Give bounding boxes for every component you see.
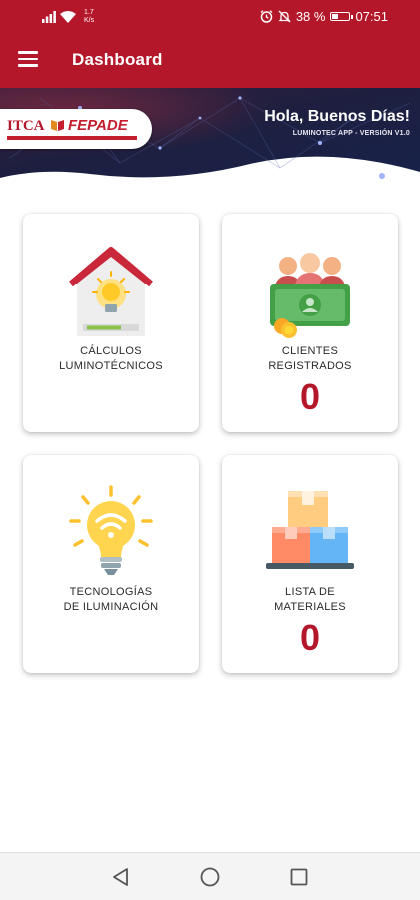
logo-underline <box>7 136 137 140</box>
network-speed-unit: K/s <box>84 17 95 24</box>
battery-percent: 38 % <box>295 9 326 24</box>
system-nav-bar <box>0 852 420 900</box>
network-speed: 1.7 K/s <box>84 9 94 25</box>
notifications-off-icon <box>278 10 291 23</box>
clients-money-icon <box>270 253 350 338</box>
card-count: 0 <box>299 617 321 658</box>
card-label-line2: MATERIALES <box>274 601 346 613</box>
card-tecnologias-iluminacion[interactable]: TECNOLOGÍAS DE ILUMINACIÓN <box>23 455 199 673</box>
network-speed-value: 1.7 <box>84 9 94 16</box>
card-label-line2: DE ILUMINACIÓN <box>63 601 159 613</box>
signal-icon <box>42 11 56 23</box>
status-right: 38 % 07:51 <box>260 9 388 24</box>
card-calculos-luminotecnicos[interactable]: CÁLCULOS LUMINOTÉCNICOS <box>23 214 199 432</box>
greeting-text: Hola, Buenos Días! <box>264 108 410 125</box>
itca-fepade-logo: ITCA FEPADE <box>0 109 152 149</box>
page-title: Dashboard <box>72 50 163 69</box>
back-triangle-icon[interactable] <box>109 865 133 889</box>
app-bar: Dashboard <box>0 34 420 88</box>
battery-fill <box>332 14 339 19</box>
card-label: CÁLCULOS LUMINOTÉCNICOS <box>23 344 199 374</box>
status-bar: 1.7 K/s 38 % 07:51 <box>0 0 420 34</box>
header-banner: ITCA FEPADE Hola, Buenos Días! LUMINOTEC… <box>0 88 420 200</box>
card-label-line2: REGISTRADOS <box>268 360 352 372</box>
card-label-line2: LUMINOTÉCNICOS <box>59 360 163 372</box>
card-label: TECNOLOGÍAS DE ILUMINACIÓN <box>23 585 199 615</box>
card-label: CLIENTES REGISTRADOS <box>222 344 398 374</box>
card-label-line1: LISTA DE <box>285 586 335 598</box>
battery-icon <box>330 12 354 21</box>
house-lightbulb-icon <box>69 247 153 336</box>
logo-text-itca: ITCA <box>7 118 45 134</box>
version-text: LUMINOTEC APP - VERSIÓN V1.0 <box>292 130 410 137</box>
logo-text-fepade: FEPADE <box>68 117 128 134</box>
recents-square-icon[interactable] <box>287 865 311 889</box>
hamburger-menu-icon[interactable] <box>18 51 38 67</box>
card-count: 0 <box>299 376 321 417</box>
card-clientes-registrados[interactable]: CLIENTES REGISTRADOS 0 <box>222 214 398 432</box>
status-left: 1.7 K/s <box>42 9 94 25</box>
card-label: LISTA DE MATERIALES <box>222 585 398 615</box>
wifi-icon <box>60 11 76 23</box>
alarm-icon <box>260 10 273 23</box>
card-label-line1: CÁLCULOS <box>80 345 142 357</box>
card-lista-materiales[interactable]: LISTA DE MATERIALES 0 <box>222 455 398 673</box>
logo-book-icon <box>51 120 64 131</box>
smart-lightbulb-icon <box>69 485 153 575</box>
status-time: 07:51 <box>355 9 388 24</box>
home-circle-icon[interactable] <box>198 865 222 889</box>
card-label-line1: TECNOLOGÍAS <box>69 586 153 598</box>
card-label-line1: CLIENTES <box>281 345 339 357</box>
boxes-icon <box>266 491 354 569</box>
